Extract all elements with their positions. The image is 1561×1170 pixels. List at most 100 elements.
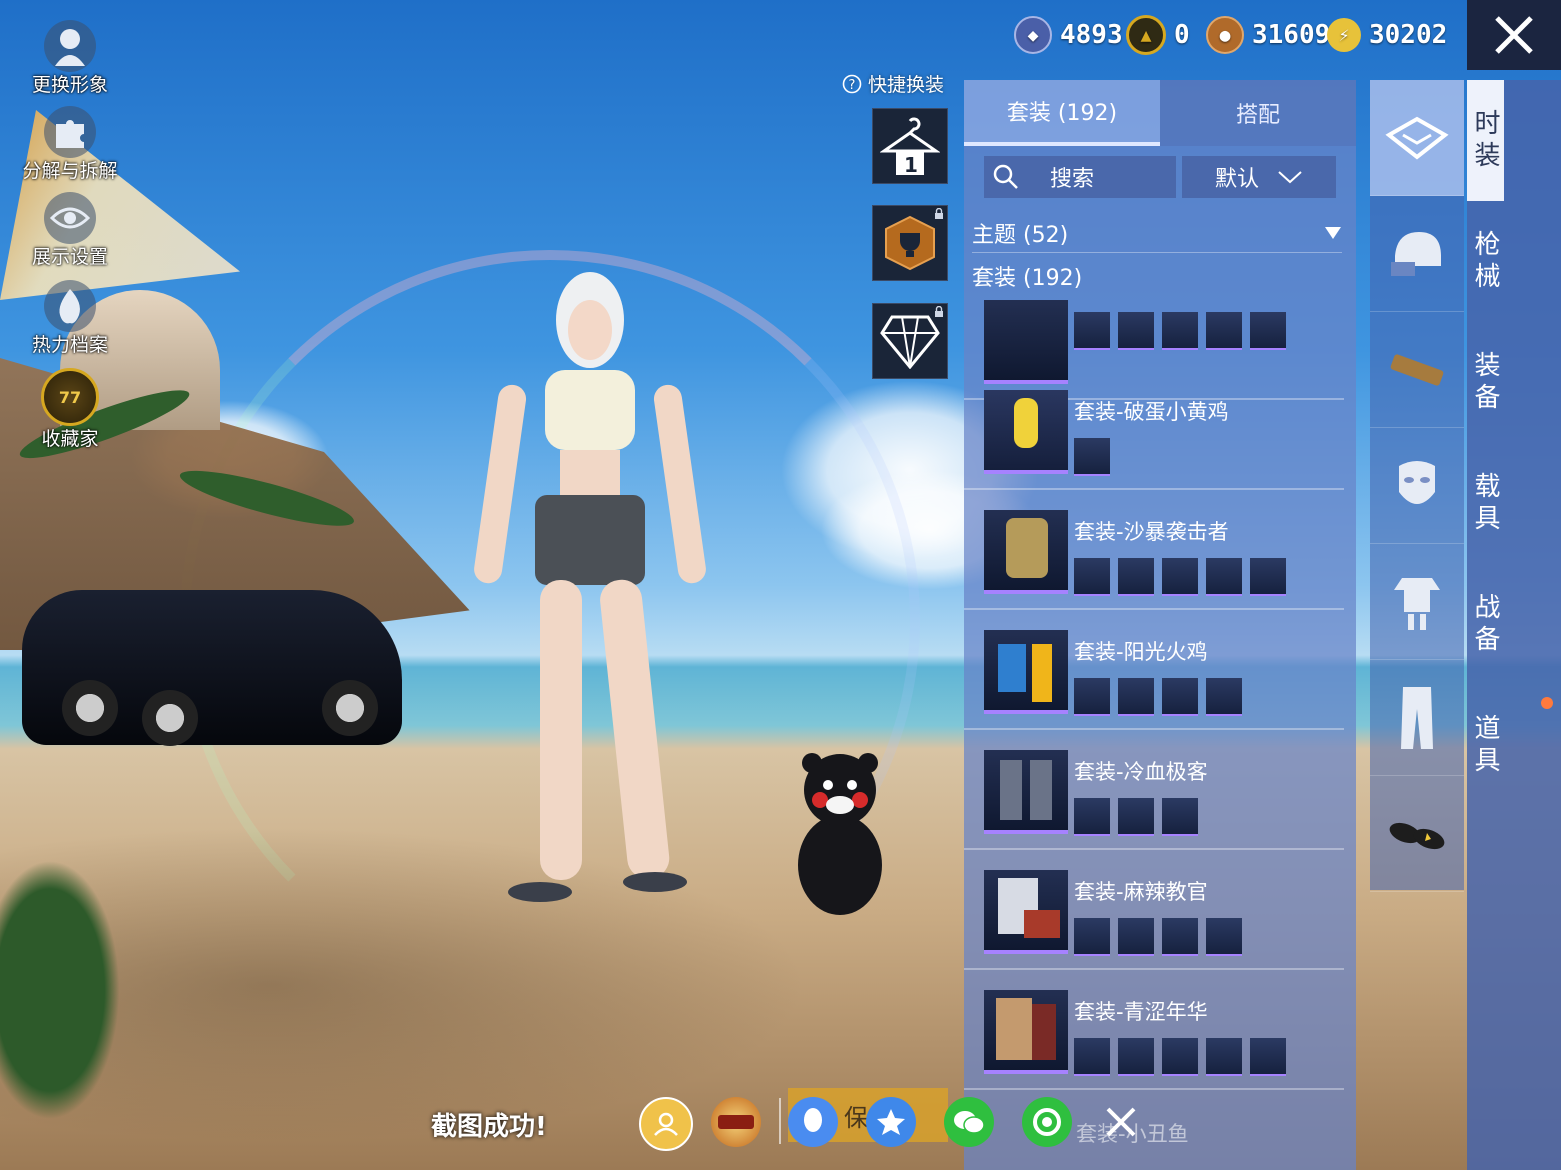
category-outfit[interactable] xyxy=(1370,80,1464,196)
bp-coin-icon: ● xyxy=(1206,16,1244,54)
outfit-item-icon[interactable] xyxy=(1074,798,1110,836)
category-pants[interactable] xyxy=(1370,660,1464,776)
outfit-item-icon[interactable] xyxy=(1162,558,1198,596)
display-settings-button[interactable]: 展示设置 xyxy=(14,192,126,269)
diamond-slot[interactable] xyxy=(872,303,948,379)
outfit-item-icon[interactable] xyxy=(1206,1038,1242,1076)
outfit-row[interactable]: 套装-麻辣教官 xyxy=(964,850,1344,970)
currency-ag[interactable]: ▲ 0 xyxy=(1126,14,1190,56)
share-game-elite-button[interactable] xyxy=(711,1097,761,1147)
outfit-row[interactable]: 套装-青涩年华 xyxy=(964,970,1344,1090)
outfit-item-icon[interactable] xyxy=(1162,1038,1198,1076)
friends-icon xyxy=(654,1112,678,1136)
outfit-item-icon[interactable] xyxy=(1206,558,1242,596)
share-close-button[interactable] xyxy=(1096,1097,1146,1147)
tab-combat-prep[interactable]: 战备 xyxy=(1467,564,1504,685)
flame-icon xyxy=(44,280,96,332)
share-wechat-button[interactable] xyxy=(944,1097,994,1147)
quick-slot-number: 1 xyxy=(904,153,918,177)
category-mask[interactable] xyxy=(1370,428,1464,544)
outfit-row[interactable]: 套装-阳光火鸡 xyxy=(964,610,1344,730)
svg-text:?: ? xyxy=(849,78,856,93)
outfit-item-icon[interactable] xyxy=(1074,1038,1110,1076)
trophy-slot[interactable] xyxy=(872,205,948,281)
decompose-label: 分解与拆解 xyxy=(22,160,118,182)
quick-change-text: 快捷换装 xyxy=(868,74,945,96)
share-divider xyxy=(779,1098,781,1144)
outfit-item-icon[interactable] xyxy=(1162,312,1198,350)
currency-uc[interactable]: ◆ 4893 xyxy=(1014,14,1123,56)
outfit-item-icon[interactable] xyxy=(1118,1038,1154,1076)
notification-dot xyxy=(1541,697,1553,709)
outfit-item-icon[interactable] xyxy=(1206,918,1242,956)
category-headwear[interactable] xyxy=(1370,196,1464,312)
outfit-item-icon[interactable] xyxy=(1074,438,1110,476)
tab-fashion[interactable]: 时装 xyxy=(1467,80,1504,201)
search-input[interactable]: 搜索 xyxy=(984,156,1176,198)
outfit-item-icon[interactable] xyxy=(1250,1038,1286,1076)
close-button[interactable] xyxy=(1467,0,1561,70)
theme-filter[interactable]: 主题 (52) xyxy=(972,214,1342,253)
player-character[interactable] xyxy=(440,260,740,920)
quick-change-label[interactable]: ? 快捷换装 xyxy=(842,70,944,97)
kumamon-pet[interactable] xyxy=(790,745,890,915)
diamond-icon xyxy=(880,315,940,369)
category-shoes[interactable] xyxy=(1370,776,1464,892)
quick-outfit-slot[interactable]: 1 xyxy=(872,108,948,184)
outfit-item-icon[interactable] xyxy=(1118,312,1154,350)
change-avatar-button[interactable]: 更换形象 xyxy=(14,20,126,97)
outfit-item-icon[interactable] xyxy=(1118,558,1154,596)
pants-icon xyxy=(1401,686,1433,749)
currency-bp[interactable]: ● 31609 xyxy=(1206,14,1330,56)
outfit-row[interactable]: 套装-冷血极客 xyxy=(964,730,1344,850)
currency-energy[interactable]: ⚡ 30202 xyxy=(1327,14,1447,56)
outfit-item-icon[interactable] xyxy=(1162,798,1198,836)
outfit-title: 套装-破蛋小黄鸡 xyxy=(1074,400,1229,424)
category-costume[interactable] xyxy=(1370,544,1464,660)
outfit-item-icon[interactable] xyxy=(1118,918,1154,956)
outfit-row[interactable]: 套装-破蛋小黄鸡 xyxy=(964,370,1344,490)
lock-icon xyxy=(935,306,943,317)
sort-label: 默认 xyxy=(1214,167,1259,192)
outfit-title: 套装-阳光火鸡 xyxy=(1074,640,1208,664)
collector-button[interactable]: 77 收藏家 xyxy=(14,368,126,451)
search-placeholder: 搜索 xyxy=(1050,167,1095,192)
slippers-icon xyxy=(1389,822,1445,849)
tab-guns[interactable]: 枪械 xyxy=(1467,201,1504,322)
heat-record-button[interactable]: 热力档案 xyxy=(14,280,126,357)
outfit-item-icon[interactable] xyxy=(1250,558,1286,596)
tab-equipment[interactable]: 装备 xyxy=(1467,322,1504,443)
outfit-item-icon[interactable] xyxy=(1162,918,1198,956)
outfit-item-icon[interactable] xyxy=(1074,558,1110,596)
outfit-thumbnail xyxy=(984,990,1068,1074)
tab-vehicles[interactable]: 载具 xyxy=(1467,443,1504,564)
share-qq-button[interactable] xyxy=(788,1097,838,1147)
outfit-item-icon[interactable] xyxy=(1206,678,1242,716)
outfit-item-icon[interactable] xyxy=(1074,678,1110,716)
trophy-icon xyxy=(885,215,935,271)
black-sedan xyxy=(22,590,402,746)
outfit-item-icon[interactable] xyxy=(1162,678,1198,716)
outfit-item-icon[interactable] xyxy=(1118,798,1154,836)
outfit-item-icon[interactable] xyxy=(1118,678,1154,716)
share-friends-button[interactable] xyxy=(639,1097,693,1151)
tab-matching[interactable]: 搭配 xyxy=(1160,80,1356,146)
display-settings-label: 展示设置 xyxy=(31,246,108,268)
outfit-item-icon[interactable] xyxy=(1074,918,1110,956)
category-belt[interactable] xyxy=(1370,312,1464,428)
tab-items[interactable]: 道具 xyxy=(1467,685,1504,806)
outfit-thumbnail xyxy=(984,750,1068,834)
mask-icon xyxy=(1399,460,1435,504)
outfit-panel: 套装 (192) 搭配 搜索 默认 主题 (52) 套装 (192) 套装-破蛋… xyxy=(964,80,1356,1170)
tab-outfits[interactable]: 套装 (192) xyxy=(964,80,1160,146)
sort-dropdown[interactable]: 默认 xyxy=(1182,156,1336,198)
category-column xyxy=(1370,80,1464,892)
outfit-row[interactable]: 套装-沙暴袭击者 xyxy=(964,490,1344,610)
share-moments-button[interactable] xyxy=(1022,1097,1072,1147)
outfit-item-icon[interactable] xyxy=(1250,312,1286,350)
decompose-button[interactable]: 分解与拆解 xyxy=(14,106,126,183)
share-qzone-button[interactable] xyxy=(866,1097,916,1147)
help-icon: ? xyxy=(842,74,862,93)
outfit-item-icon[interactable] xyxy=(1206,312,1242,350)
outfit-item-icon[interactable] xyxy=(1074,312,1110,350)
